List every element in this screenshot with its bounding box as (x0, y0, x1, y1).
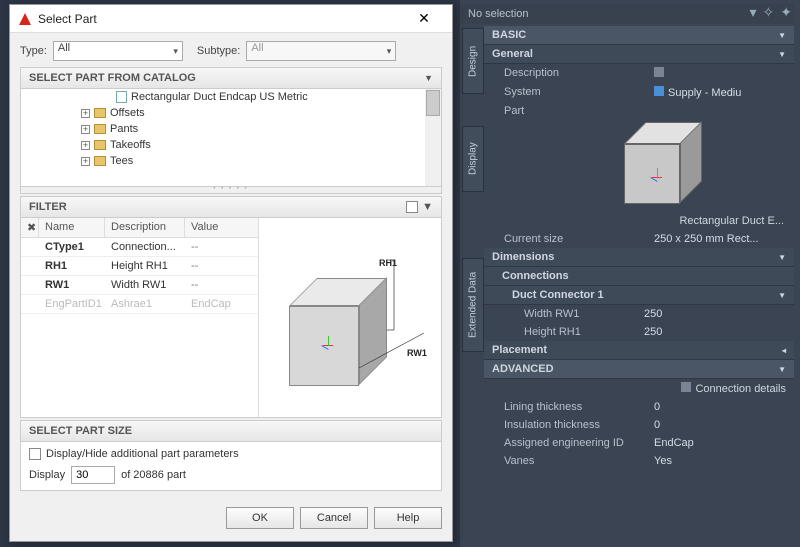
select-part-dialog: Select Part ✕ Type: All▾ Subtype: All▾ S… (9, 4, 453, 542)
insulation-value[interactable]: 0 (654, 419, 786, 431)
expander-icon[interactable]: + (81, 157, 90, 166)
section-placement[interactable]: Placement◂ (484, 341, 794, 360)
desc-label: Description (504, 67, 654, 80)
connection-details-toggle[interactable]: Connection details (681, 382, 786, 395)
height-rh1-value[interactable]: 250 (644, 326, 786, 338)
add-icon[interactable]: ✦ (780, 4, 792, 21)
caret-icon: ▼ (778, 291, 786, 300)
chevron-down-icon: ▾ (173, 46, 178, 57)
scrollbar[interactable] (425, 89, 441, 186)
splitter-grip[interactable]: • • • • • (20, 187, 442, 194)
chevron-down-icon: ▼ (422, 201, 433, 213)
caret-icon: ▼ (778, 50, 786, 59)
subtype-label: Subtype: (197, 45, 240, 57)
section-connections[interactable]: Connections (484, 267, 794, 286)
tab-display[interactable]: Display (462, 126, 484, 192)
expander-icon[interactable]: + (81, 125, 90, 134)
display-hide-checkbox[interactable] (29, 448, 41, 460)
filter-table: ✖ Name Description Value CType1 Connecti… (21, 218, 259, 417)
tab-extended-data[interactable]: Extended Data (462, 258, 484, 352)
lining-value[interactable]: 0 (654, 401, 786, 413)
table-row[interactable]: RW1 Width RW1 -- (21, 276, 258, 295)
col-value[interactable]: Value (185, 218, 258, 237)
caret-icon: ◂ (782, 346, 786, 355)
section-dimensions[interactable]: Dimensions▼ (484, 248, 794, 267)
table-row[interactable]: RH1 Height RH1 -- (21, 257, 258, 276)
expander-icon[interactable]: + (81, 109, 90, 118)
selection-status: No selection (460, 4, 794, 24)
tree-folder-offsets[interactable]: +Offsets (21, 105, 441, 121)
part-preview: Rectangular Duct E... (484, 120, 794, 230)
tab-design[interactable]: Design (462, 28, 484, 94)
col-name[interactable]: Name (39, 218, 105, 237)
section-advanced[interactable]: ADVANCED▼ (484, 360, 794, 379)
chevron-down-icon: ▼ (424, 73, 433, 83)
delete-column-icon: ✖ (21, 218, 39, 237)
pin-icon[interactable]: ✧ (763, 4, 775, 21)
eng-id-label: Assigned engineering ID (504, 437, 654, 449)
height-rh1-label: Height RH1 (524, 326, 644, 338)
ok-button[interactable]: OK (226, 507, 294, 529)
document-icon (116, 91, 127, 103)
part-name: Rectangular Duct E... (679, 215, 784, 227)
tree-item-doc[interactable]: Rectangular Duct Endcap US Metric (21, 89, 441, 105)
dim-rh1: RH1 (379, 258, 397, 268)
eng-id-value[interactable]: EndCap (654, 437, 786, 449)
current-size-value[interactable]: 250 x 250 mm Rect... (654, 233, 786, 245)
catalog-tree[interactable]: Rectangular Duct Endcap US Metric +Offse… (20, 89, 442, 187)
type-label: Type: (20, 45, 47, 57)
expander-icon[interactable]: + (81, 141, 90, 150)
insulation-label: Insulation thickness (504, 419, 654, 431)
part-label: Part (504, 105, 654, 117)
help-button[interactable]: Help (374, 507, 442, 529)
dialog-title: Select Part (38, 12, 404, 26)
tree-folder-takeoffs[interactable]: +Takeoffs (21, 137, 441, 153)
type-select[interactable]: All▾ (53, 41, 183, 61)
filter-header[interactable]: FILTER ▼ (20, 196, 442, 218)
size-header[interactable]: SELECT PART SIZE (20, 420, 442, 442)
part-preview-3d[interactable]: RH1 RW1 (259, 218, 441, 417)
desc-value[interactable] (654, 67, 786, 80)
vanes-value[interactable]: Yes (654, 455, 786, 467)
arrow-down-icon[interactable]: ▾ (750, 4, 757, 21)
section-general[interactable]: General▼ (484, 45, 794, 64)
cancel-button[interactable]: Cancel (300, 507, 368, 529)
system-label: System (504, 86, 654, 99)
section-duct-connector-1[interactable]: Duct Connector 1▼ (484, 286, 794, 305)
system-value[interactable]: Supply - Mediu (654, 86, 786, 99)
table-row[interactable]: CType1 Connection... -- (21, 238, 258, 257)
folder-icon (94, 124, 106, 134)
folder-icon (94, 156, 106, 166)
autodesk-icon (18, 12, 32, 26)
caret-icon: ▼ (778, 365, 786, 374)
section-basic[interactable]: BASIC▼ (484, 26, 794, 45)
caret-icon: ▼ (778, 253, 786, 262)
tree-folder-tees[interactable]: +Tees (21, 153, 441, 169)
chevron-down-icon: ▾ (387, 46, 392, 57)
panel-tool-icons: ▾ ✧ ✦ (750, 4, 793, 21)
display-label: Display (29, 469, 65, 481)
display-suffix: of 20886 part (121, 469, 186, 481)
close-button[interactable]: ✕ (404, 5, 444, 32)
table-row: EngPartID1 Ashrae1 EndCap (21, 295, 258, 314)
vanes-label: Vanes (504, 455, 654, 467)
filter-checkbox[interactable] (406, 201, 418, 213)
folder-icon (94, 108, 106, 118)
titlebar: Select Part ✕ (10, 5, 452, 33)
tree-folder-pants[interactable]: +Pants (21, 121, 441, 137)
caret-icon: ▼ (778, 31, 786, 40)
display-hide-label: Display/Hide additional part parameters (46, 448, 239, 460)
catalog-header[interactable]: SELECT PART FROM CATALOG▼ (20, 67, 442, 89)
current-size-label: Current size (504, 233, 654, 245)
subtype-select[interactable]: All▾ (246, 41, 396, 61)
lining-label: Lining thickness (504, 401, 654, 413)
display-count-input[interactable] (71, 466, 115, 484)
width-rw1-label: Width RW1 (524, 308, 644, 320)
col-desc[interactable]: Description (105, 218, 185, 237)
width-rw1-value[interactable]: 250 (644, 308, 786, 320)
dim-rw1: RW1 (407, 348, 427, 358)
folder-icon (94, 140, 106, 150)
properties-panel: BASIC▼ General▼ Description SystemSupply… (484, 26, 794, 546)
